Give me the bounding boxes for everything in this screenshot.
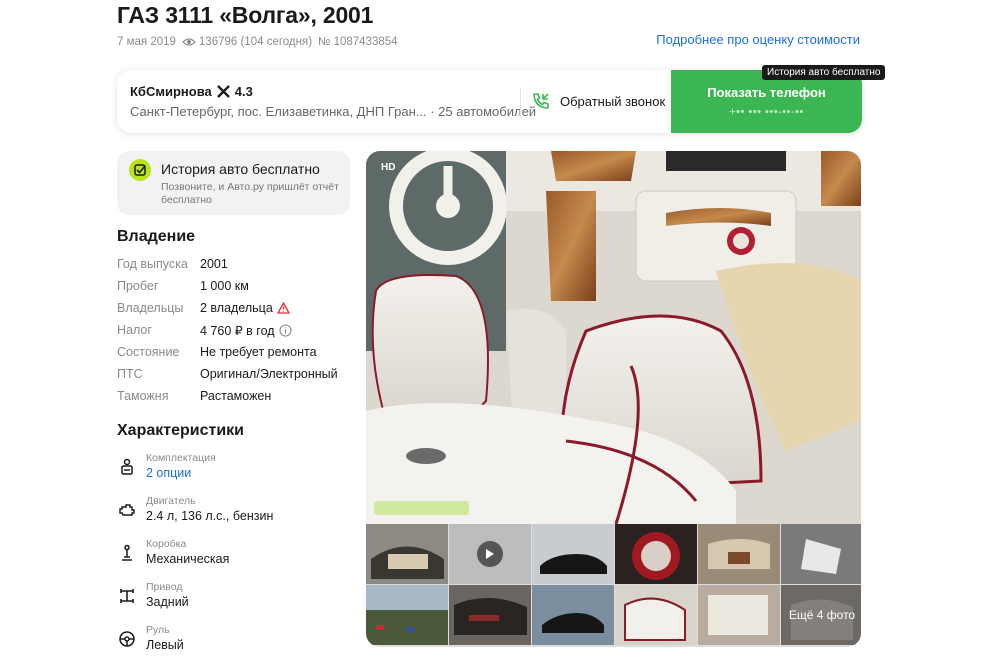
spec-row-pts: ПТС Оригинал/Электронный <box>117 367 357 381</box>
page-title: ГАЗ 3111 «Волга», 2001 <box>117 2 374 28</box>
thumbnail[interactable] <box>615 585 697 645</box>
callback-label: Обратный звонок <box>560 93 666 109</box>
listing-meta: 7 мая 2019 136796 (104 сегодня) № 108743… <box>117 36 398 48</box>
main-photo[interactable]: HD <box>366 151 861 525</box>
spec-value: Оригинал/Электронный <box>200 367 338 381</box>
char-wheel: Руль Левый <box>117 624 357 660</box>
history-title: История авто бесплатно <box>161 161 320 177</box>
char-equipment: Комплектация 2 опции <box>117 452 357 488</box>
char-label: Привод <box>146 581 183 593</box>
thumbnail[interactable] <box>532 524 614 584</box>
thumbnail[interactable] <box>366 524 448 584</box>
ownership-title: Владение <box>117 228 196 245</box>
show-phone-label: Показать телефон <box>707 85 826 100</box>
char-value: Левый <box>146 638 184 652</box>
seat-icon <box>121 458 133 475</box>
callback-button[interactable]: Обратный звонок <box>532 92 665 110</box>
history-promo-card[interactable]: История авто бесплатно Позвоните, и Авто… <box>117 151 350 215</box>
spec-value-tax[interactable]: 4 760 ₽ в год <box>200 323 292 338</box>
characteristics-title: Характеристики <box>117 422 245 439</box>
char-engine: Двигатель 2.4 л, 136 л.с., бензин <box>117 495 357 531</box>
drive-axle-icon <box>120 589 134 603</box>
spec-row-customs: Таможня Растаможен <box>117 389 357 403</box>
thumbnail[interactable] <box>449 585 531 645</box>
listing-date: 7 мая 2019 <box>117 36 176 48</box>
photo-gallery: HD Ещё 4 фото <box>366 151 861 647</box>
equipment-options-link[interactable]: 2 опции <box>146 466 191 480</box>
thumbnail[interactable] <box>698 524 780 584</box>
spec-row-year: Год выпуска 2001 <box>117 257 357 271</box>
owners-value: 2 владельца <box>200 301 273 315</box>
thumbnail[interactable] <box>698 585 780 645</box>
thumbnail[interactable] <box>532 585 614 645</box>
gear-lever-icon <box>122 544 132 561</box>
tax-value: 4 760 ₽ в год <box>200 324 275 338</box>
char-label: Комплектация <box>146 452 216 464</box>
spec-row-condition: Состояние Не требует ремонта <box>117 345 357 359</box>
seller-name[interactable]: КбСмирнова <box>130 84 212 99</box>
play-icon[interactable] <box>477 541 503 567</box>
hd-badge: HD <box>381 162 396 173</box>
history-check-icon <box>129 159 151 181</box>
views-count: 136796 (104 сегодня) <box>198 36 313 48</box>
info-icon[interactable] <box>279 324 292 337</box>
char-value: Задний <box>146 595 189 609</box>
history-tooltip: История авто бесплатно <box>762 65 886 80</box>
spec-value: Растаможен <box>200 389 272 403</box>
char-gearbox: Коробка Механическая <box>117 538 357 574</box>
steering-wheel-icon <box>119 631 135 647</box>
thumbnail[interactable] <box>615 524 697 584</box>
thumbnail[interactable] <box>781 524 861 584</box>
spec-key: Таможня <box>117 389 169 403</box>
seller-card: КбСмирнова 4.3 Санкт-Петербург, пос. Ели… <box>117 70 862 133</box>
char-label: Двигатель <box>146 495 196 507</box>
spec-key: Владельцы <box>117 301 184 315</box>
spec-key: ПТС <box>117 367 143 381</box>
seller-rating: 4.3 <box>234 84 253 99</box>
divider <box>520 88 521 116</box>
char-label: Коробка <box>146 538 187 550</box>
phone-callback-icon <box>533 93 549 109</box>
thumbnail[interactable] <box>366 585 448 645</box>
listing-id: № 1087433854 <box>318 36 398 48</box>
char-label: Руль <box>146 624 170 636</box>
char-value: Механическая <box>146 552 230 566</box>
star-icon <box>216 85 230 98</box>
spec-value: 2001 <box>200 257 228 271</box>
views-counter: 136796 (104 сегодня) <box>182 36 312 48</box>
estimate-link[interactable]: Подробнее про оценку стоимости <box>656 32 860 47</box>
more-photos-label: Ещё 4 фото <box>781 585 861 645</box>
seller-name-row[interactable]: КбСмирнова 4.3 <box>130 84 253 99</box>
spec-value-owners[interactable]: 2 владельца <box>200 301 290 315</box>
char-value: 2.4 л, 136 л.с., бензин <box>146 509 274 523</box>
phone-mask: +•• ••• •••-••-•• <box>729 106 804 118</box>
seller-address: Санкт-Петербург, пос. Елизаветинка, ДНП … <box>130 104 537 119</box>
eye-icon <box>182 38 196 46</box>
more-photos-thumbnail[interactable]: Ещё 4 фото <box>781 585 861 645</box>
warning-icon[interactable] <box>276 302 290 314</box>
spec-row-mileage: Пробег 1 000 км <box>117 279 357 293</box>
char-drive: Привод Задний <box>117 581 357 617</box>
video-thumbnail[interactable] <box>449 524 531 584</box>
engine-icon <box>119 504 135 516</box>
spec-row-tax: Налог 4 760 ₽ в год <box>117 323 357 338</box>
spec-key: Год выпуска <box>117 257 188 271</box>
spec-key: Налог <box>117 323 152 337</box>
spec-row-owners: Владельцы 2 владельца <box>117 301 357 315</box>
spec-key: Пробег <box>117 279 159 293</box>
history-subtitle: Позвоните, и Авто.ру пришлёт отчёт беспл… <box>161 181 339 206</box>
spec-value: Не требует ремонта <box>200 345 317 359</box>
spec-key: Состояние <box>117 345 180 359</box>
spec-value: 1 000 км <box>200 279 249 293</box>
